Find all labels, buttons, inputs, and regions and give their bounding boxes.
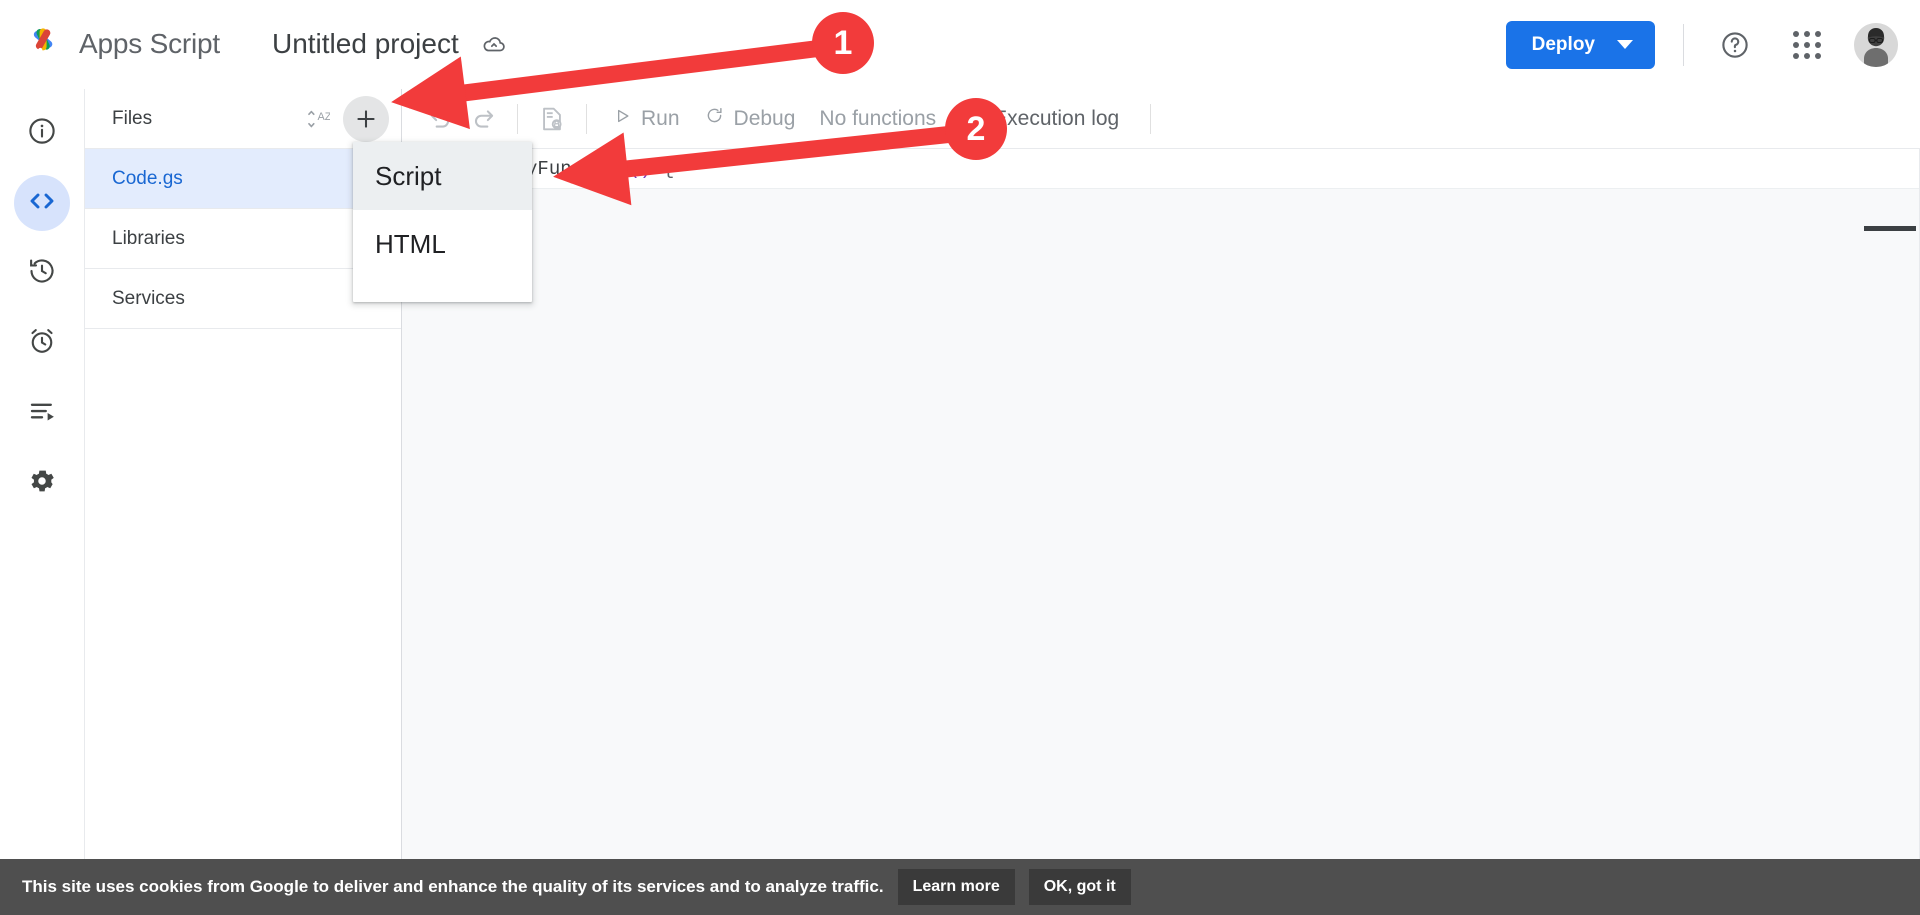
history-clock-icon [27,256,57,291]
alarm-clock-icon [27,326,57,361]
toolbar-divider [517,103,518,134]
execution-log-label: Execution log [993,106,1120,130]
files-title: Files [112,107,153,129]
apps-script-window: Apps Script Untitled project Deploy File… [0,0,1920,915]
play-triangle-icon [612,106,632,132]
function-selector[interactable]: No functions [807,107,948,131]
debug-button[interactable]: Debug [692,105,808,132]
function-selector-label: No functions [819,106,937,130]
sort-az-icon[interactable]: AZ [297,99,337,139]
code-token-brace: { [651,157,675,180]
apps-grid-icon[interactable] [1784,22,1830,68]
menu-item-html[interactable]: HTML [353,210,532,278]
files-header-actions: AZ [297,89,389,149]
run-label: Run [641,106,680,130]
cookie-banner-text: This site uses cookies from Google to de… [22,877,884,896]
apps-script-logo-icon [25,24,65,64]
code-token-parens: () [628,157,652,180]
cookie-banner: This site uses cookies from Google to de… [0,859,1920,915]
avatar[interactable] [1854,22,1898,67]
debug-bug-icon [704,105,725,132]
deploy-label: Deploy [1531,33,1595,55]
menu-item-script[interactable]: Script [353,142,532,210]
learn-more-button[interactable]: Learn more [897,869,1015,905]
brand-label: Apps Script [79,28,220,59]
sidebar-item-project-settings[interactable] [14,455,70,511]
debug-label: Debug [733,106,796,130]
toolbar-divider [961,103,963,134]
top-bar-right-controls: Deploy [1505,0,1898,89]
code-editor[interactable]: function myFunction() { [402,149,1920,859]
top-bar: Apps Script Untitled project Deploy [0,0,1920,89]
svg-text:AZ: AZ [318,111,330,123]
apps-grid-dots [1793,30,1821,59]
project-manifest-icon[interactable] [531,98,573,140]
code-brackets-icon [26,185,58,222]
code-line: function myFunction() { [402,149,1920,189]
redo-arrow-icon[interactable] [462,98,504,140]
deploy-button[interactable]: Deploy [1505,20,1655,69]
add-file-button[interactable] [343,96,389,142]
menu-item-label: Script [375,160,442,191]
info-circle-icon [27,116,57,151]
minimap-indicator[interactable] [1864,226,1916,231]
file-label: Libraries [112,227,185,249]
ok-got-it-button[interactable]: OK, got it [1028,869,1131,905]
brand-area[interactable]: Apps Script [25,24,220,64]
sidebar-item-triggers[interactable] [14,315,70,371]
add-file-menu: Script HTML [353,142,532,302]
sidebar-item-editor[interactable] [14,175,70,231]
run-button[interactable]: Run [600,106,692,132]
gear-icon [27,466,57,501]
files-panel-header: Files AZ [85,89,401,149]
sidebar-item-overview[interactable] [14,105,70,161]
top-bar-divider [1683,23,1684,66]
help-question-icon[interactable] [1712,22,1758,68]
cloud-save-icon[interactable] [481,31,507,57]
execution-log-button[interactable]: Execution log [975,107,1137,131]
toolbar-divider [1150,103,1152,134]
chevron-down-icon [1617,40,1633,49]
execution-list-icon [27,396,57,431]
sidebar-item-triggers-history[interactable] [14,245,70,301]
project-title[interactable]: Untitled project [272,28,459,60]
file-label: Services [112,287,185,309]
left-nav-rail [0,89,85,859]
file-label: Code.gs [112,167,183,189]
sidebar-item-executions[interactable] [14,385,70,441]
menu-item-label: HTML [375,228,446,259]
toolbar-divider [586,103,587,134]
editor-toolbar: Run Debug No functions Execution log [402,89,1920,149]
undo-arrow-icon[interactable] [420,98,462,140]
